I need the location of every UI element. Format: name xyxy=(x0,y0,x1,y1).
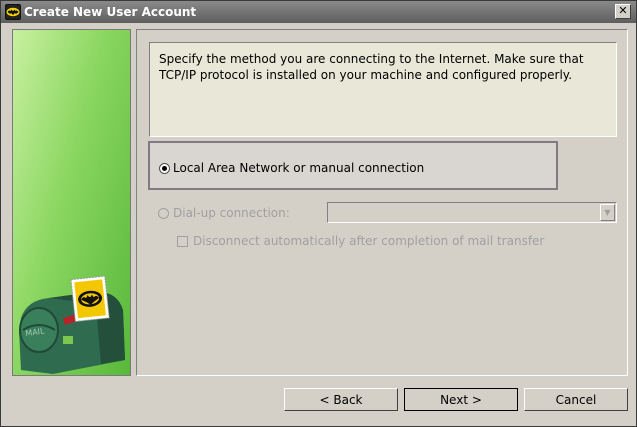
lan-radio-button[interactable] xyxy=(159,163,170,174)
back-button[interactable]: < Back xyxy=(284,388,398,411)
close-button[interactable]: ✕ xyxy=(615,4,631,19)
title-bar[interactable]: Create New User Account ✕ xyxy=(1,1,636,23)
window-title: Create New User Account xyxy=(24,5,197,19)
chevron-down-icon[interactable]: ▼ xyxy=(600,204,615,221)
disconnect-checkbox-label[interactable]: Disconnect automatically after completio… xyxy=(193,234,544,248)
info-message: Specify the method you are connecting to… xyxy=(149,42,617,137)
disconnect-checkbox[interactable] xyxy=(177,236,188,247)
next-button[interactable]: Next > xyxy=(404,388,518,411)
lan-option-group[interactable]: Local Area Network or manual connection xyxy=(148,141,558,190)
mailbox-illustration: MAIL xyxy=(19,275,125,374)
dialup-radio-button[interactable] xyxy=(158,208,169,219)
close-icon: ✕ xyxy=(618,4,628,17)
bat-icon xyxy=(5,4,21,20)
lan-radio-label[interactable]: Local Area Network or manual connection xyxy=(173,161,424,175)
dialog-window: Create New User Account ✕ MAIL Specify t… xyxy=(0,0,637,427)
dialup-connection-select[interactable]: ▼ xyxy=(327,202,617,223)
cancel-button[interactable]: Cancel xyxy=(524,388,628,411)
dialup-radio-label[interactable]: Dial-up connection: xyxy=(173,206,290,220)
wizard-sidebar-image: MAIL xyxy=(12,29,131,376)
